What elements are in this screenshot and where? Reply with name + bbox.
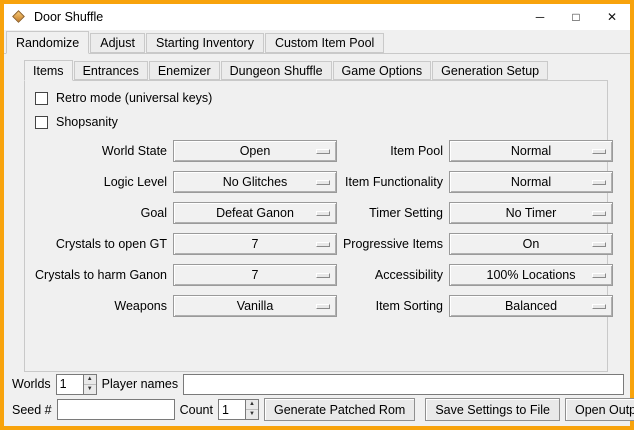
item-functionality-dropdown[interactable]: Normal	[449, 171, 613, 193]
tab-enemizer[interactable]: Enemizer	[149, 61, 220, 80]
items-pane: Retro mode (universal keys) Shopsanity W…	[24, 80, 608, 372]
timer-setting-dropdown[interactable]: No Timer	[449, 202, 613, 224]
dropdown-indicator-icon	[316, 273, 330, 278]
dropdown-value: Vanilla	[237, 299, 274, 313]
progressive-items-label: Progressive Items	[343, 237, 443, 251]
open-output-directory-button[interactable]: Open Output Directory	[565, 398, 634, 421]
shopsanity-checkbox[interactable]: Shopsanity	[35, 110, 603, 134]
dropdown-value: Normal	[511, 144, 551, 158]
app-icon	[12, 10, 27, 25]
accessibility-dropdown[interactable]: 100% Locations	[449, 264, 613, 286]
tab-randomize[interactable]: Randomize	[6, 31, 89, 54]
seed-label: Seed #	[12, 403, 52, 417]
dropdown-indicator-icon	[316, 242, 330, 247]
seed-row: Seed # Count ▲ ▼ Generate Patched Rom Sa…	[12, 398, 624, 421]
player-names-label: Player names	[102, 377, 178, 391]
spin-up-icon[interactable]: ▲	[246, 400, 258, 410]
item-functionality-label: Item Functionality	[345, 175, 443, 189]
timer-setting-label: Timer Setting	[369, 206, 443, 220]
checkbox-box-icon	[35, 116, 48, 129]
dropdown-indicator-icon	[316, 304, 330, 309]
worlds-input[interactable]	[56, 374, 83, 395]
accessibility-label: Accessibility	[375, 268, 443, 282]
spin-up-icon[interactable]: ▲	[84, 375, 96, 385]
dropdown-value: On	[523, 237, 540, 251]
worlds-row: Worlds ▲ ▼ Player names	[12, 373, 624, 395]
sub-notebook: Items Entrances Enemizer Dungeon Shuffle…	[24, 59, 608, 372]
goal-label: Goal	[141, 206, 167, 220]
spin-buttons: ▲ ▼	[83, 374, 97, 395]
generate-patched-rom-button[interactable]: Generate Patched Rom	[264, 398, 415, 421]
tab-entrances[interactable]: Entrances	[74, 61, 148, 80]
randomize-pane: Items Entrances Enemizer Dungeon Shuffle…	[4, 53, 630, 426]
dropdown-indicator-icon	[592, 304, 606, 309]
tab-items[interactable]: Items	[24, 60, 73, 81]
dropdown-value: Open	[240, 144, 271, 158]
item-pool-label: Item Pool	[390, 144, 443, 158]
save-settings-button[interactable]: Save Settings to File	[425, 398, 560, 421]
dropdown-value: 100% Locations	[487, 268, 576, 282]
seed-input[interactable]	[57, 399, 175, 420]
crystals-open-gt-label: Crystals to open GT	[56, 237, 167, 251]
minimize-icon[interactable]: ─	[522, 4, 558, 30]
dropdown-indicator-icon	[316, 149, 330, 154]
logic-level-dropdown[interactable]: No Glitches	[173, 171, 337, 193]
maximize-icon[interactable]: □	[558, 4, 594, 30]
dropdown-value: Defeat Ganon	[216, 206, 294, 220]
dropdown-indicator-icon	[316, 211, 330, 216]
crystals-harm-ganon-dropdown[interactable]: 7	[173, 264, 337, 286]
dropdown-value: Normal	[511, 175, 551, 189]
dropdown-value: 7	[252, 268, 259, 282]
dropdown-value: No Timer	[506, 206, 557, 220]
dropdown-indicator-icon	[592, 273, 606, 278]
window-title: Door Shuffle	[34, 10, 103, 24]
dropdown-value: 7	[252, 237, 259, 251]
logic-level-label: Logic Level	[104, 175, 167, 189]
main-tabbar: Randomize Adjust Starting Inventory Cust…	[4, 30, 630, 53]
world-state-dropdown[interactable]: Open	[173, 140, 337, 162]
tab-adjust[interactable]: Adjust	[90, 33, 145, 53]
dropdown-indicator-icon	[592, 242, 606, 247]
crystals-harm-ganon-label: Crystals to harm Ganon	[35, 268, 167, 282]
dropdown-value: No Glitches	[223, 175, 288, 189]
worlds-label: Worlds	[12, 377, 51, 391]
dropdown-indicator-icon	[592, 211, 606, 216]
progressive-items-dropdown[interactable]: On	[449, 233, 613, 255]
tab-custom-item-pool[interactable]: Custom Item Pool	[265, 33, 384, 53]
item-sorting-dropdown[interactable]: Balanced	[449, 295, 613, 317]
worlds-spinbox: ▲ ▼	[56, 374, 97, 395]
goal-dropdown[interactable]: Defeat Ganon	[173, 202, 337, 224]
spin-buttons: ▲ ▼	[245, 399, 259, 420]
dropdown-value: Balanced	[505, 299, 557, 313]
window: Door Shuffle ─ □ ✕ Randomize Adjust Star…	[0, 0, 634, 430]
spin-down-icon[interactable]: ▼	[84, 385, 96, 394]
retro-mode-checkbox[interactable]: Retro mode (universal keys)	[35, 86, 603, 110]
window-controls: ─ □ ✕	[522, 4, 630, 30]
titlebar[interactable]: Door Shuffle ─ □ ✕	[4, 4, 630, 30]
close-icon[interactable]: ✕	[594, 4, 630, 30]
count-spinbox: ▲ ▼	[218, 399, 259, 420]
checkbox-label: Shopsanity	[56, 115, 118, 129]
settings-grid: World State Open Item Pool Normal Logic …	[33, 140, 603, 317]
crystals-open-gt-dropdown[interactable]: 7	[173, 233, 337, 255]
tab-game-options[interactable]: Game Options	[333, 61, 432, 80]
tab-dungeon-shuffle[interactable]: Dungeon Shuffle	[221, 61, 332, 80]
tab-generation-setup[interactable]: Generation Setup	[432, 61, 548, 80]
checkbox-box-icon	[35, 92, 48, 105]
world-state-label: World State	[102, 144, 167, 158]
count-label: Count	[180, 403, 213, 417]
tab-starting-inventory[interactable]: Starting Inventory	[146, 33, 264, 53]
dropdown-indicator-icon	[316, 180, 330, 185]
dropdown-indicator-icon	[592, 180, 606, 185]
dropdown-indicator-icon	[592, 149, 606, 154]
sub-tabbar: Items Entrances Enemizer Dungeon Shuffle…	[24, 59, 608, 80]
weapons-label: Weapons	[114, 299, 167, 313]
item-sorting-label: Item Sorting	[376, 299, 443, 313]
weapons-dropdown[interactable]: Vanilla	[173, 295, 337, 317]
spin-down-icon[interactable]: ▼	[246, 410, 258, 419]
count-input[interactable]	[218, 399, 245, 420]
player-names-input[interactable]	[183, 374, 624, 395]
item-pool-dropdown[interactable]: Normal	[449, 140, 613, 162]
checkbox-label: Retro mode (universal keys)	[56, 91, 212, 105]
